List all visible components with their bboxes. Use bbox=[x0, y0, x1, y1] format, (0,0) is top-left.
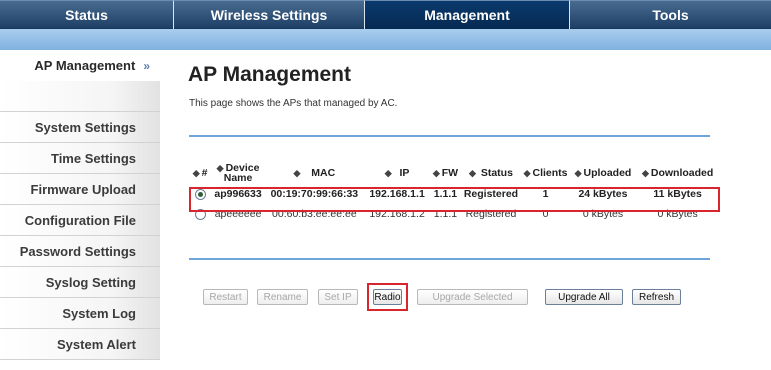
upgrade-all-button[interactable]: Upgrade All bbox=[545, 289, 623, 305]
sidebar-item-time-settings[interactable]: Time Settings bbox=[0, 143, 160, 174]
tab-status[interactable]: Status bbox=[0, 0, 174, 29]
sidebar-item-configuration-file[interactable]: Configuration File bbox=[0, 205, 160, 236]
sort-icon: ◆ bbox=[641, 168, 649, 178]
column-header-uploaded[interactable]: ◆ Uploaded bbox=[570, 162, 637, 184]
column-header-status[interactable]: ◆ Status bbox=[461, 162, 522, 184]
page-root: Status Wireless Settings Management Tool… bbox=[0, 0, 771, 370]
sidebar: AP Management » System Settings Time Set… bbox=[0, 50, 160, 370]
restart-button[interactable]: Restart bbox=[203, 289, 248, 305]
sort-icon: ◆ bbox=[293, 168, 301, 178]
double-chevron-right-icon: » bbox=[143, 58, 150, 73]
sidebar-item-password-settings[interactable]: Password Settings bbox=[0, 236, 160, 267]
sidebar-item-ap-management[interactable]: AP Management » bbox=[0, 50, 160, 81]
sort-icon: ◆ bbox=[469, 168, 476, 178]
column-header-fw[interactable]: ◆ FW bbox=[430, 162, 460, 184]
refresh-button[interactable]: Refresh bbox=[632, 289, 681, 305]
column-header-select[interactable]: ◆ # bbox=[189, 162, 211, 184]
sidebar-item-firmware-upload[interactable]: Firmware Upload bbox=[0, 174, 160, 205]
rename-button[interactable]: Rename bbox=[257, 289, 308, 305]
sort-icon: ◆ bbox=[574, 168, 582, 178]
sort-icon: ◆ bbox=[384, 168, 392, 178]
table-header-row: ◆ # ◆ Device Name ◆ MAC ◆ IP ◆ FW ◆ Status ◆… bbox=[189, 162, 719, 184]
sidebar-item-system-alert[interactable]: System Alert bbox=[0, 329, 160, 360]
sidebar-item-blank bbox=[0, 81, 160, 112]
sort-icon: ◆ bbox=[432, 168, 440, 178]
tab-wireless-settings[interactable]: Wireless Settings bbox=[174, 0, 365, 29]
column-header-device-name[interactable]: ◆ Device Name bbox=[211, 162, 265, 184]
column-header-downloaded[interactable]: ◆ Downloaded bbox=[636, 162, 719, 184]
sidebar-item-syslog-setting[interactable]: Syslog Setting bbox=[0, 267, 160, 298]
radio-button-highlight bbox=[367, 283, 408, 311]
sidebar-item-system-settings[interactable]: System Settings bbox=[0, 112, 160, 143]
column-header-ip[interactable]: ◆ IP bbox=[364, 162, 431, 184]
bottom-divider bbox=[189, 258, 710, 260]
sidebar-item-label: AP Management bbox=[34, 58, 136, 73]
tab-tools[interactable]: Tools bbox=[570, 0, 771, 29]
tab-management[interactable]: Management bbox=[365, 0, 570, 29]
page-title: AP Management bbox=[188, 63, 351, 86]
sort-icon: ◆ bbox=[192, 168, 200, 178]
column-header-clients[interactable]: ◆ Clients bbox=[521, 162, 569, 184]
sidebar-item-system-log[interactable]: System Log bbox=[0, 298, 160, 329]
sort-icon: ◆ bbox=[216, 163, 224, 173]
selected-row-highlight bbox=[189, 187, 720, 212]
top-navigation: Status Wireless Settings Management Tool… bbox=[0, 0, 771, 29]
sub-navigation-bar bbox=[0, 29, 771, 50]
sort-icon: ◆ bbox=[523, 168, 531, 178]
upgrade-selected-button[interactable]: Upgrade Selected bbox=[417, 289, 528, 305]
column-header-mac[interactable]: ◆ MAC bbox=[265, 162, 364, 184]
top-divider bbox=[189, 135, 710, 137]
set-ip-button[interactable]: Set IP bbox=[318, 289, 358, 305]
page-description: This page shows the APs that managed by … bbox=[189, 98, 398, 109]
